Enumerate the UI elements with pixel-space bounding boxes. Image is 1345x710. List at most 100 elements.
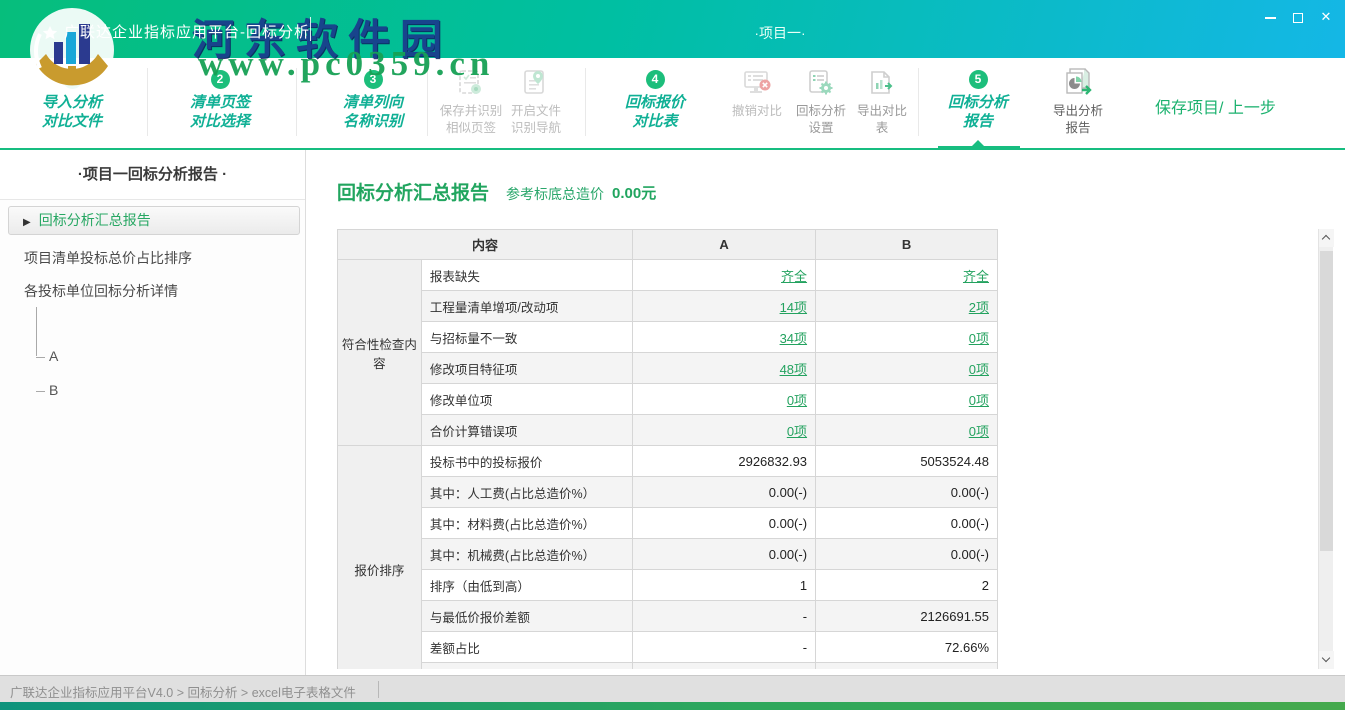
cell-link-b[interactable]: 0项 (969, 424, 989, 439)
reference-price-value: 0.00元 (612, 182, 656, 203)
active-step-indicator (938, 146, 1020, 150)
group-label: 符合性检查内容 (338, 260, 422, 446)
cell-link-b[interactable]: 2项 (969, 300, 989, 315)
cell-link-a[interactable]: 齐全 (781, 269, 807, 284)
button-label-line2: 报告 (1041, 120, 1115, 137)
row-label: 投标书中的投标报价 (421, 446, 632, 477)
button-label-line2: 识别导航 (502, 120, 570, 137)
cell-value-a: 0.00(-) (633, 508, 816, 539)
table-row-partial (338, 663, 998, 670)
toolbar-divider (147, 68, 148, 136)
toolbar-divider (918, 68, 919, 136)
step-label-line2: 对比表 (605, 112, 705, 131)
step-label-line1: 清单列向 (323, 93, 423, 112)
status-separator (378, 681, 379, 698)
table-row: 修改项目特征项 48项 0项 (338, 353, 998, 384)
step-label-line2: 报告 (928, 112, 1028, 131)
analysis-settings-button[interactable]: 回标分析 设置 (789, 66, 853, 137)
step-label-line1: 回标分析 (928, 93, 1028, 112)
sidebar-item-price-ranking[interactable]: 项目清单投标总价占比排序 (24, 248, 192, 268)
export-analysis-report-button[interactable]: 导出分析 报告 (1041, 66, 1115, 137)
cell-value-a: 0.00(-) (633, 477, 816, 508)
cell: 14项 (633, 291, 816, 322)
step-bid-price-compare-table[interactable]: 4 回标报价 对比表 (605, 70, 705, 131)
open-file-recognize-nav-button[interactable]: 开启文件 识别导航 (502, 66, 570, 137)
sidebar-tree-item-b[interactable]: B (36, 382, 58, 398)
save-project-back-link[interactable]: 保存项目/ 上一步 (1155, 94, 1315, 118)
row-label: 修改项目特征项 (421, 353, 632, 384)
cell-value-a: - (633, 601, 816, 632)
table-header-row: 内容 A B (338, 230, 998, 260)
report-table-container: 内容 A B 符合性检查内容报表缺失齐全齐全工程量清单增项/改动项14项2项与招… (337, 229, 999, 669)
row-label: 其中：材料费(占比总造价%） (421, 508, 632, 539)
scroll-up-button[interactable] (1319, 229, 1334, 247)
maximize-button[interactable] (1289, 8, 1307, 26)
table-row: 与招标量不一致 34项 0项 (338, 322, 998, 353)
toolbar-divider (585, 68, 586, 136)
cell-link-b[interactable]: 0项 (969, 393, 989, 408)
button-label-line2: 相似页签 (434, 120, 508, 137)
cell: 齐全 (816, 260, 998, 291)
cell-link-a[interactable]: 14项 (780, 300, 807, 315)
cell-link-a[interactable]: 48项 (780, 362, 807, 377)
cell: 2项 (816, 291, 998, 322)
undo-compare-button[interactable]: 撤销对比 (723, 66, 791, 120)
cell: 0项 (816, 384, 998, 415)
cell-value-b: 72.66% (816, 632, 998, 663)
sidebar: ·项目一回标分析报告 · ▶ 回标分析汇总报告 项目清单投标总价占比排序 各投标单… (0, 150, 306, 675)
undo-compare-icon (723, 66, 791, 100)
button-label-line1: 导出分析 (1041, 103, 1115, 120)
row-label: 排序（由低到高） (421, 570, 632, 601)
export-compare-table-button[interactable]: 导出对比 表 (851, 66, 913, 137)
sidebar-title: ·项目一回标分析报告 · (0, 150, 305, 200)
close-icon: ✕ (1321, 9, 1332, 24)
cell-link-b[interactable]: 0项 (969, 331, 989, 346)
title-separator (310, 17, 311, 41)
report-table-body: 符合性检查内容报表缺失齐全齐全工程量清单增项/改动项14项2项与招标量不一致34… (338, 260, 998, 670)
cell-link-a[interactable]: 34项 (780, 331, 807, 346)
cell-link-a[interactable]: 0项 (787, 424, 807, 439)
button-label-line1: 回标分析 (789, 103, 853, 120)
cell-link-a[interactable]: 0项 (787, 393, 807, 408)
vertical-scrollbar[interactable] (1318, 229, 1333, 669)
table-row: 符合性检查内容报表缺失齐全齐全 (338, 260, 998, 291)
cell-value-b: 2126691.55 (816, 601, 998, 632)
cell: 0项 (633, 384, 816, 415)
breadcrumb: 广联达企业指标应用平台V4.0 > 回标分析 > excel电子表格文件 (10, 682, 356, 701)
project-name-label: ·项目一· (700, 23, 860, 43)
row-label: 其中：机械费(占比总造价%） (421, 539, 632, 570)
maximize-icon (1293, 13, 1303, 23)
scroll-down-button[interactable] (1319, 651, 1334, 669)
table-row: 报价排序投标书中的投标报价2926832.935053524.48 (338, 446, 998, 477)
sidebar-item-summary-report[interactable]: ▶ 回标分析汇总报告 (8, 206, 300, 235)
step-number-badge: 5 (969, 70, 988, 89)
step-bid-analysis-report[interactable]: 5 回标分析 报告 (928, 70, 1028, 131)
table-row: 其中：人工费(占比总造价%）0.00(-)0.00(-) (338, 477, 998, 508)
scrollbar-thumb[interactable] (1320, 251, 1333, 551)
chevron-down-icon (1322, 654, 1330, 662)
window-title: 广联达企业指标应用平台-回标分析 (64, 21, 310, 42)
cell-link-b[interactable]: 齐全 (963, 269, 989, 284)
close-button[interactable]: ✕ (1317, 8, 1335, 26)
chevron-up-icon (1322, 235, 1330, 243)
step-label-line2: 对比选择 (170, 112, 270, 131)
cell-link-b[interactable]: 0项 (969, 362, 989, 377)
cell: 0项 (816, 415, 998, 446)
sidebar-item-label: 回标分析汇总报告 (39, 212, 151, 228)
cell-value-b: 0.00(-) (816, 508, 998, 539)
row-label: 与最低价报价差额 (421, 601, 632, 632)
step-number-badge: 4 (646, 70, 665, 89)
status-bar: 广联达企业指标应用平台V4.0 > 回标分析 > excel电子表格文件 (0, 675, 1345, 702)
cell-value-a: 0.00(-) (633, 539, 816, 570)
minimize-button[interactable] (1261, 8, 1279, 26)
row-label: 与招标量不一致 (421, 322, 632, 353)
cell (816, 663, 998, 670)
cell: 34项 (633, 322, 816, 353)
selected-arrow-icon: ▶ (23, 217, 31, 228)
window-controls: ✕ (1261, 8, 1335, 26)
button-label-line1: 导出对比 (851, 103, 913, 120)
sidebar-tree-item-a[interactable]: A (36, 348, 58, 364)
bottom-accent-strip (0, 702, 1345, 710)
sidebar-item-bidder-details[interactable]: 各投标单位回标分析详情 (24, 281, 178, 301)
table-row: 工程量清单增项/改动项14项2项 (338, 291, 998, 322)
